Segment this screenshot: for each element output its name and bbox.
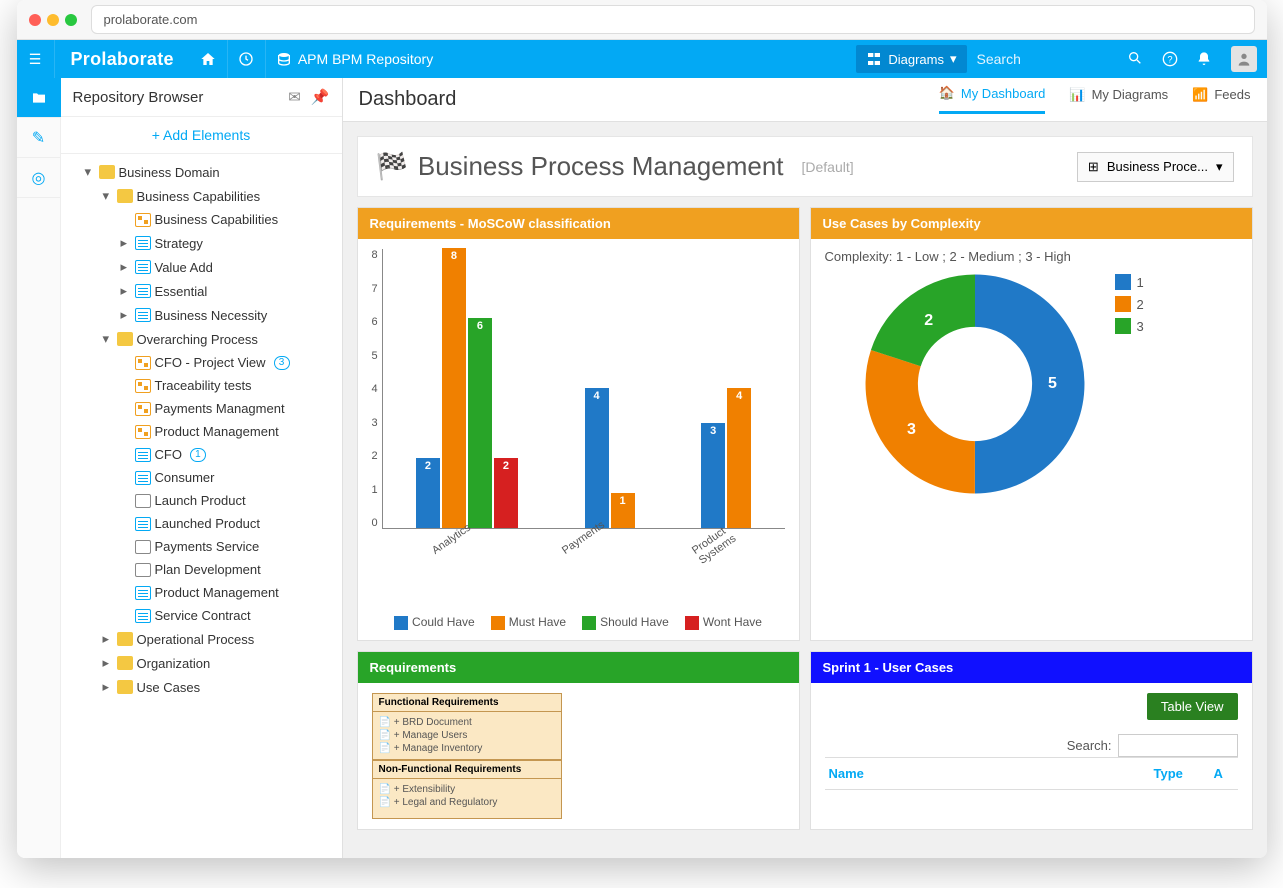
bar-plot: 28624134 (382, 249, 785, 529)
dashboard-icon: 🏠 (939, 85, 955, 101)
diagrams-icon: 📊 (1069, 87, 1085, 103)
widget-moscow: Requirements - MoSCoW classification 876… (357, 207, 800, 641)
donut-chart: 532 (865, 274, 1085, 494)
donut-legend: 123 (1115, 274, 1144, 494)
tree-item[interactable]: Payments Service (119, 535, 338, 558)
tree-item[interactable]: Plan Development (119, 558, 338, 581)
comment-icon[interactable]: ✉ (288, 88, 301, 106)
search-icon[interactable] (1127, 50, 1143, 69)
url-bar[interactable]: prolaborate.com (91, 5, 1255, 34)
tab-my-dashboard[interactable]: 🏠My Dashboard (939, 85, 1046, 114)
y-axis: 876543210 (372, 249, 382, 529)
chart-legend: Could HaveMust HaveShould HaveWont Have (372, 615, 785, 630)
iconbar-target-icon[interactable]: ◎ (17, 158, 61, 198)
page-title: Dashboard (359, 88, 457, 111)
clock-icon[interactable] (228, 40, 266, 78)
minimize-dot[interactable] (47, 14, 59, 26)
widget-complexity: Use Cases by Complexity Complexity: 1 - … (810, 207, 1253, 641)
tree-overarching[interactable]: ▾Overarching Process (101, 327, 338, 351)
tree-item[interactable]: ▸Value Add (119, 255, 338, 279)
brand-logo: Prolaborate (55, 49, 190, 70)
feeds-icon: 📶 (1192, 87, 1208, 103)
iconbar-folder-icon[interactable] (17, 78, 61, 118)
tree-item[interactable]: CFO1 (119, 443, 338, 466)
widget-requirements: Requirements Functional Requirements 📄 +… (357, 651, 800, 830)
repository-name: APM BPM Repository (298, 51, 433, 67)
tree-capabilities[interactable]: ▾Business Capabilities (101, 184, 338, 208)
tab-my-diagrams[interactable]: 📊My Diagrams (1069, 85, 1168, 114)
tree-item[interactable]: ▸Operational Process (101, 627, 338, 651)
maximize-dot[interactable] (65, 14, 77, 26)
complexity-subtitle: Complexity: 1 - Low ; 2 - Medium ; 3 - H… (825, 249, 1238, 264)
tree-root[interactable]: ▾Business Domain (83, 160, 338, 184)
bell-icon[interactable] (1187, 40, 1221, 78)
table-view-button[interactable]: Table View (1147, 693, 1238, 720)
tree-item[interactable]: CFO - Project View3 (119, 351, 338, 374)
tree-item[interactable]: Launched Product (119, 512, 338, 535)
tree-item[interactable]: ▸Business Necessity (119, 303, 338, 327)
col-name[interactable]: Name (829, 766, 1154, 781)
col-a[interactable]: A (1214, 766, 1234, 781)
menu-icon[interactable]: ☰ (17, 40, 55, 78)
tree-item[interactable]: Business Capabilities (119, 208, 338, 231)
sidebar-title: Repository Browser (73, 89, 204, 106)
tree-item[interactable]: ▸Strategy (119, 231, 338, 255)
browser-titlebar: prolaborate.com (17, 0, 1267, 40)
dashboard-selector[interactable]: ⊞Business Proce...▾ (1077, 152, 1234, 182)
tab-feeds[interactable]: 📶Feeds (1192, 85, 1250, 114)
close-dot[interactable] (29, 14, 41, 26)
tree-item[interactable]: ▸Essential (119, 279, 338, 303)
iconbar-note-icon[interactable]: ✎ (17, 118, 61, 158)
home-icon[interactable] (190, 40, 228, 78)
tree-item[interactable]: Product Management (119, 420, 338, 443)
tree-item[interactable]: Payments Managment (119, 397, 338, 420)
help-icon[interactable]: ? (1153, 40, 1187, 78)
repository-label[interactable]: APM BPM Repository (266, 51, 443, 67)
sprint-search-input[interactable] (1118, 734, 1238, 757)
tree-item[interactable]: Product Management (119, 581, 338, 604)
search-input[interactable] (977, 51, 1127, 67)
add-elements-button[interactable]: + Add Elements (61, 117, 342, 154)
default-tag: [Default] (802, 159, 854, 175)
tree-item[interactable]: Traceability tests (119, 374, 338, 397)
nonfunctional-requirements[interactable]: Non-Functional Requirements 📄 + Extensib… (372, 760, 562, 819)
diagrams-dropdown[interactable]: Diagrams ▾ (856, 45, 966, 73)
pin-icon[interactable]: 📌 (311, 88, 330, 106)
group-header: Non-Functional Requirements (372, 760, 562, 779)
group-header: Functional Requirements (372, 693, 562, 712)
gauge-icon: 🏁 (376, 151, 408, 182)
functional-requirements[interactable]: Functional Requirements 📄 + BRD Document… (372, 693, 562, 760)
tree-item[interactable]: Service Contract (119, 604, 338, 627)
dashboard-title: 🏁 Business Process Management [Default] (376, 151, 854, 182)
widget-sprint: Sprint 1 - User Cases Table View Search:… (810, 651, 1253, 830)
tree-item[interactable]: Consumer (119, 466, 338, 489)
widget-title: Use Cases by Complexity (811, 208, 1252, 239)
user-avatar[interactable] (1231, 46, 1257, 72)
x-labels: AnalyticsPaymentsProduct Systems (396, 529, 785, 571)
tree-item[interactable]: ▸Use Cases (101, 675, 338, 699)
diagrams-label: Diagrams (888, 52, 944, 67)
widget-title: Requirements - MoSCoW classification (358, 208, 799, 239)
svg-text:?: ? (1167, 54, 1172, 64)
widget-title: Sprint 1 - User Cases (811, 652, 1252, 683)
widget-title: Requirements (358, 652, 799, 683)
search-label: Search: (1067, 738, 1112, 753)
tree-item[interactable]: Launch Product (119, 489, 338, 512)
tree-item[interactable]: ▸Organization (101, 651, 338, 675)
col-type[interactable]: Type (1154, 766, 1214, 781)
